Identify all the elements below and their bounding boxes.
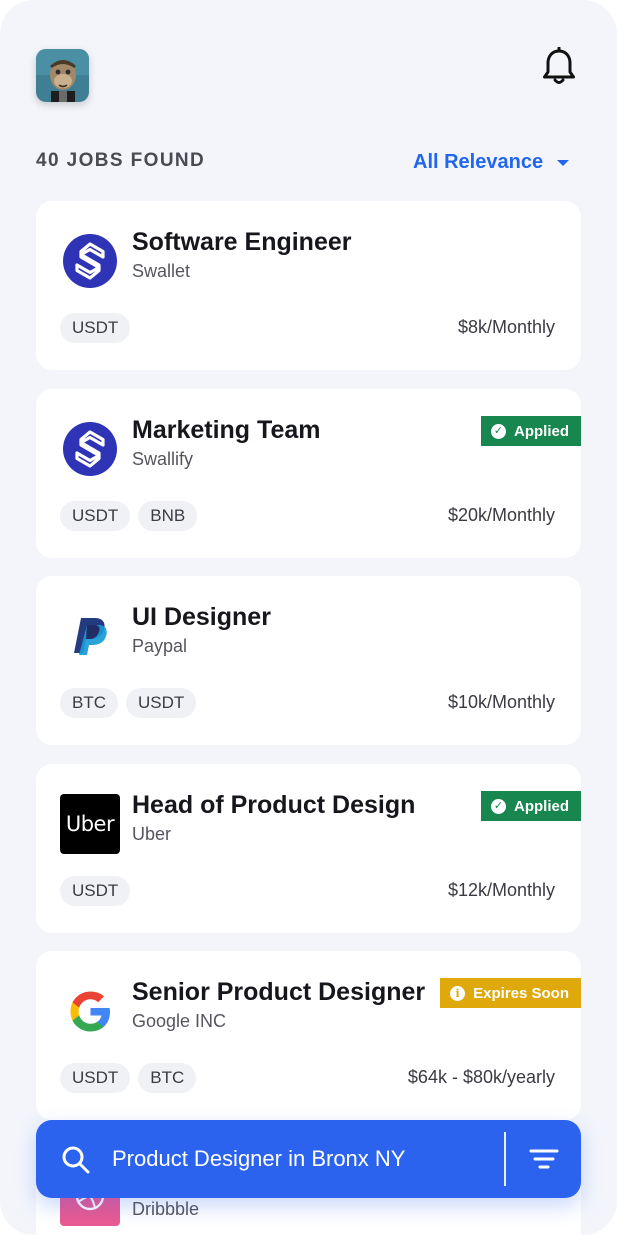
currency-tags: BTC USDT xyxy=(60,688,197,718)
job-card[interactable]: UI Designer Paypal BTC USDT $10k/Monthly xyxy=(36,576,581,745)
check-circle-icon: ✓ xyxy=(491,798,506,814)
jobs-found-count: 40 JOBS FOUND xyxy=(36,150,206,171)
badge-label: Expires Soon xyxy=(473,984,569,1002)
currency-tag: USDT xyxy=(60,501,131,531)
swallet-logo-icon xyxy=(63,234,117,288)
applied-badge: ✓ Applied xyxy=(481,791,581,821)
currency-tags: USDT xyxy=(60,313,131,343)
check-circle-icon: ✓ xyxy=(491,423,506,439)
company-name: Paypal xyxy=(132,636,188,656)
job-title: Marketing Team xyxy=(132,416,321,444)
currency-tags: USDT xyxy=(60,876,131,906)
salary: $12k/Monthly xyxy=(447,880,555,900)
badge-label: Applied xyxy=(514,797,569,815)
info-circle-icon: i xyxy=(450,985,466,1001)
ape-avatar-icon xyxy=(36,49,89,102)
company-name: Google INC xyxy=(132,1011,227,1031)
salary: $64k - $80k/yearly xyxy=(407,1067,555,1087)
salary: $8k/Monthly xyxy=(457,317,555,337)
caret-down-icon xyxy=(557,160,570,166)
sort-dropdown[interactable]: All Relevance xyxy=(413,148,570,176)
uber-logo-text: Uber xyxy=(65,812,115,836)
uber-logo-icon: Uber xyxy=(60,794,120,854)
currency-tag: BTC xyxy=(138,1063,197,1093)
currency-tags: USDT BTC xyxy=(60,1063,197,1093)
currency-tags: USDT BNB xyxy=(60,501,198,531)
company-name: Swallet xyxy=(132,261,191,281)
filter-icon xyxy=(529,1149,558,1169)
badge-label: Applied xyxy=(514,422,569,440)
salary: $10k/Monthly xyxy=(447,692,555,712)
swallify-logo-icon xyxy=(63,422,117,476)
company-name: Uber xyxy=(132,824,172,844)
expires-soon-badge: i Expires Soon xyxy=(440,978,581,1008)
filter-button[interactable] xyxy=(506,1120,581,1198)
currency-tag: USDT xyxy=(60,1063,131,1093)
salary: $20k/Monthly xyxy=(447,505,555,525)
job-card[interactable]: Software Engineer Swallet USDT $8k/Month… xyxy=(36,201,581,370)
sort-dropdown-label: All Relevance xyxy=(413,150,544,173)
job-list-screen: 40 JOBS FOUND All Relevance Software Eng… xyxy=(0,0,617,1235)
job-title: Head of Product Design xyxy=(132,791,416,819)
job-card[interactable]: Senior Product Designer Google INC i Exp… xyxy=(36,951,581,1120)
job-card[interactable]: Marketing Team Swallify ✓ Applied USDT B… xyxy=(36,389,581,558)
google-logo-icon xyxy=(70,991,110,1032)
job-title: UI Designer xyxy=(132,603,271,631)
currency-tag: BTC xyxy=(60,688,118,718)
currency-tag: USDT xyxy=(60,876,131,906)
job-title: Software Engineer xyxy=(132,228,352,256)
profile-avatar[interactable] xyxy=(36,49,89,102)
search-bar[interactable]: Product Designer in Bronx NY xyxy=(36,1120,581,1198)
company-name: Swallify xyxy=(132,449,194,469)
applied-badge: ✓ Applied xyxy=(481,416,581,446)
job-card[interactable]: Uber Head of Product Design Uber ✓ Appli… xyxy=(36,764,581,933)
notification-button[interactable] xyxy=(541,46,577,87)
job-title: Senior Product Designer xyxy=(132,978,426,1006)
paypal-logo-icon xyxy=(74,618,107,655)
search-input[interactable]: Product Designer in Bronx NY xyxy=(112,1146,405,1172)
company-name: Dribbble xyxy=(132,1199,200,1219)
currency-tag: USDT xyxy=(126,688,197,718)
bell-icon xyxy=(543,46,575,84)
currency-tag: BNB xyxy=(138,501,198,531)
currency-tag: USDT xyxy=(60,313,131,343)
search-icon xyxy=(62,1146,90,1174)
